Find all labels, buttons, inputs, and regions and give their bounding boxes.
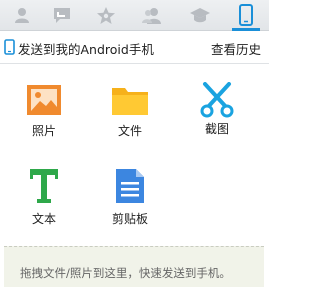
view-history-link[interactable]: 查看历史 — [211, 39, 261, 58]
send-text-button[interactable]: 文本 — [14, 168, 74, 227]
drop-zone[interactable]: 拖拽文件/照片到这里，快速发送到手机。 — [4, 246, 264, 287]
photo-icon — [27, 85, 61, 115]
user-icon — [15, 8, 29, 23]
tab-education[interactable] — [178, 0, 222, 30]
phone-icon — [239, 4, 253, 26]
tab-user[interactable] — [0, 0, 44, 30]
scissors-icon — [200, 82, 234, 118]
text-icon — [30, 169, 58, 203]
chat-icon — [54, 8, 70, 23]
header-title: 发送到我的Android手机 — [18, 42, 154, 57]
tab-bar — [0, 0, 269, 31]
folder-icon — [112, 88, 148, 115]
tab-chat[interactable] — [40, 0, 84, 30]
send-screenshot-button[interactable]: 截图 — [187, 82, 247, 137]
contacts-icon — [142, 7, 161, 24]
item-label: 剪贴板 — [111, 212, 148, 226]
clipboard-icon — [116, 169, 144, 203]
graduation-cap-icon — [190, 8, 210, 23]
send-photo-button[interactable]: 照片 — [14, 84, 74, 139]
tab-contacts[interactable] — [130, 0, 174, 30]
tab-phone[interactable] — [224, 0, 268, 31]
item-label: 文本 — [31, 212, 56, 226]
send-file-button[interactable]: 文件 — [100, 84, 160, 139]
star-icon — [97, 6, 115, 24]
item-label: 文件 — [117, 124, 142, 138]
item-label: 照片 — [31, 124, 56, 138]
tab-favorites[interactable] — [84, 0, 128, 30]
android-phone-icon — [4, 39, 15, 55]
item-label: 截图 — [204, 122, 229, 136]
send-header: 发送到我的Android手机 查看历史 — [0, 31, 269, 64]
send-clipboard-button[interactable]: 剪贴板 — [100, 168, 160, 227]
drop-zone-hint: 拖拽文件/照片到这里，快速发送到手机。 — [20, 266, 231, 280]
